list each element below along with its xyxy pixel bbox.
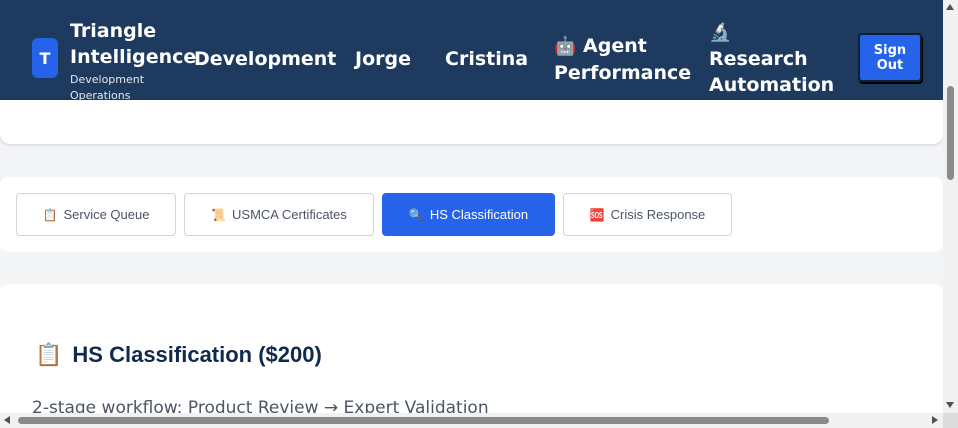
main-content-card: 📋 HS Classification ($200) 2-stage workf… bbox=[0, 284, 943, 428]
nav-cristina-label: Cristina bbox=[445, 48, 529, 70]
nav-cristina[interactable]: Cristina bbox=[445, 46, 528, 72]
scroll-icon: 📜 bbox=[211, 207, 227, 222]
clipboard-icon: 📋 bbox=[42, 207, 58, 222]
tab-hs-classification[interactable]: 🔍 HS Classification bbox=[382, 193, 555, 236]
scroll-up-arrow-icon[interactable] bbox=[946, 4, 954, 10]
nav-agent-performance[interactable]: 🤖 Agent Performance bbox=[554, 33, 691, 86]
tab-service-queue-label: Service Queue bbox=[63, 207, 150, 222]
header-bottom-card bbox=[0, 100, 943, 144]
nav-jorge-label: Jorge bbox=[355, 48, 411, 70]
nav-development-label: Development bbox=[194, 48, 337, 70]
scroll-right-arrow-icon[interactable] bbox=[932, 416, 938, 424]
sign-out-button[interactable]: Sign Out bbox=[858, 33, 922, 82]
nav-development[interactable]: Development bbox=[194, 46, 336, 72]
nav-research-automation[interactable]: 🔬 Research Automation bbox=[709, 20, 834, 98]
nav-jorge[interactable]: Jorge bbox=[355, 46, 411, 72]
top-nav-header: T Triangle Intelligence Development Oper… bbox=[0, 0, 943, 116]
tab-hs-classification-label: HS Classification bbox=[429, 207, 529, 222]
vertical-scroll-thumb[interactable] bbox=[947, 86, 954, 180]
magnifier-icon: 🔍 bbox=[408, 207, 424, 222]
horizontal-scrollbar[interactable] bbox=[0, 413, 943, 428]
vertical-scrollbar[interactable] bbox=[943, 0, 958, 413]
microscope-icon: 🔬 bbox=[709, 22, 732, 43]
tab-usmca-certificates[interactable]: 📜 USMCA Certificates bbox=[184, 193, 374, 236]
tab-crisis-response-label: Crisis Response bbox=[610, 207, 706, 222]
tab-bar: 📋 Service Queue 📜 USMCA Certificates 🔍 H… bbox=[0, 177, 943, 252]
tab-usmca-certificates-label: USMCA Certificates bbox=[232, 207, 347, 222]
section-title: 📋 HS Classification ($200) bbox=[35, 342, 322, 368]
horizontal-scroll-thumb[interactable] bbox=[18, 417, 829, 424]
nav-research-automation-label: Research Automation bbox=[709, 48, 835, 96]
scroll-down-arrow-icon[interactable] bbox=[946, 402, 954, 408]
tab-service-queue[interactable]: 📋 Service Queue bbox=[16, 193, 176, 236]
brand-name: Triangle Intelligence bbox=[70, 20, 197, 68]
scroll-left-arrow-icon[interactable] bbox=[4, 416, 10, 424]
section-title-text: HS Classification ($200) bbox=[72, 342, 322, 367]
logo-badge[interactable]: T bbox=[32, 38, 58, 78]
brand[interactable]: Triangle Intelligence Development Operat… bbox=[70, 18, 197, 104]
tab-crisis-response[interactable]: 🆘 Crisis Response bbox=[563, 193, 732, 236]
clipboard-icon: 📋 bbox=[35, 342, 63, 367]
sos-icon: 🆘 bbox=[589, 207, 605, 222]
robot-icon: 🤖 bbox=[554, 36, 577, 57]
scrollbar-corner bbox=[943, 413, 958, 428]
